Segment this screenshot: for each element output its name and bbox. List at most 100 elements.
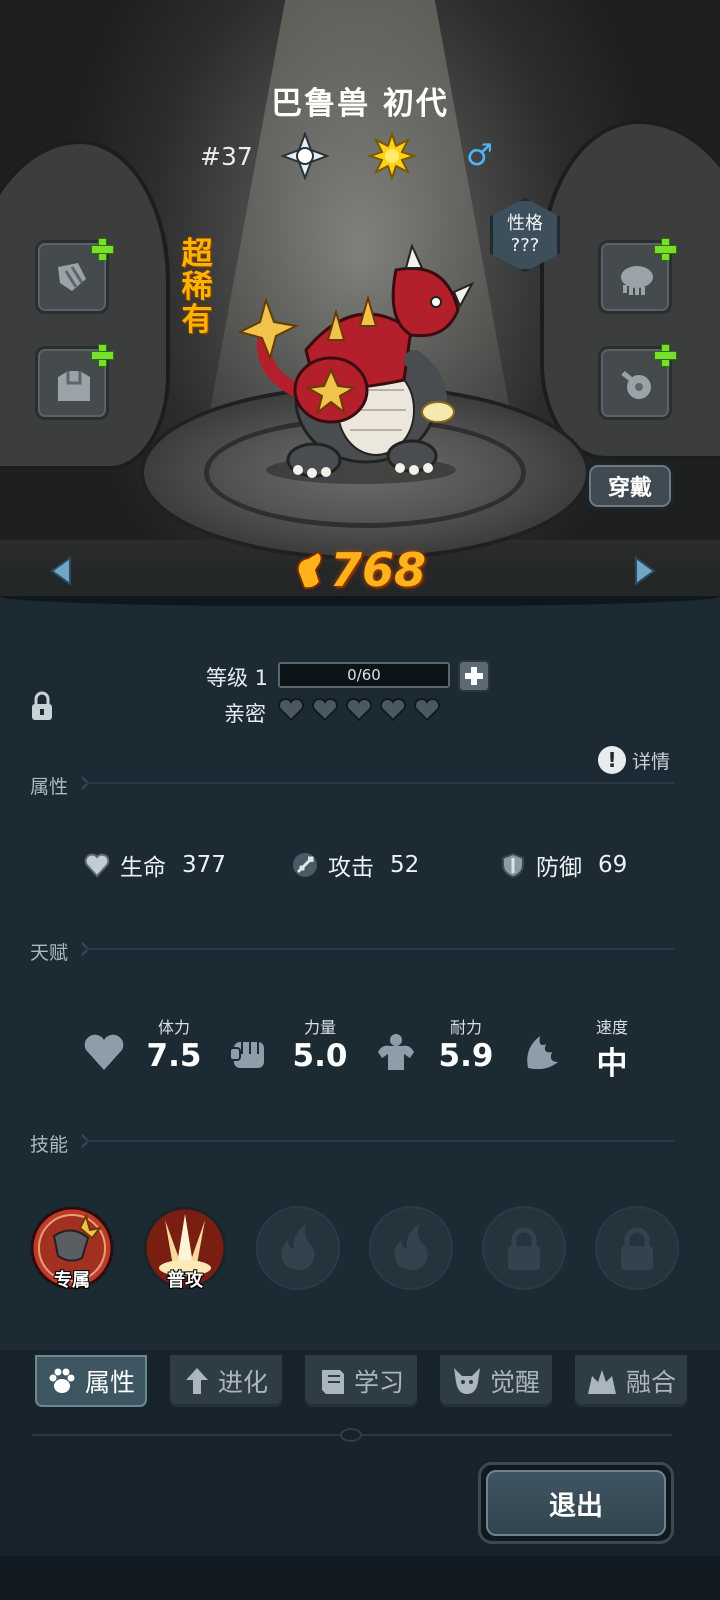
intimacy-hearts: [277, 698, 441, 722]
equip-slot-claw[interactable]: [35, 237, 114, 314]
divider-ornament: [340, 1428, 362, 1442]
skill-slot-empty[interactable]: [369, 1206, 453, 1290]
dex-number: #37: [200, 142, 253, 171]
tab-label: 学习: [353, 1368, 404, 1397]
shield-icon: [502, 852, 524, 878]
add-equipment-icon: [90, 343, 114, 367]
sword-icon: [293, 853, 317, 877]
skills-section-title: 技能: [30, 1134, 69, 1156]
pet-sprite[interactable]: [236, 240, 486, 490]
power-fist-icon: [296, 550, 323, 590]
exit-button-label: 退出: [486, 1470, 666, 1536]
detail-label: 详情: [632, 750, 671, 773]
talent-value: 中: [596, 1046, 628, 1082]
gender-male-icon: ♂: [466, 138, 493, 173]
experience-text: 0/60: [347, 666, 381, 684]
skill-slot-locked[interactable]: [595, 1206, 679, 1290]
stat-defense: 防御 69: [500, 848, 627, 882]
next-pet-arrow-icon[interactable]: [634, 556, 656, 586]
previous-pet-arrow-icon[interactable]: [50, 556, 72, 586]
intimacy-heart-icon: [311, 698, 339, 722]
flame-icon: [394, 1224, 428, 1270]
armor-icon: [58, 371, 90, 401]
tab-evolve[interactable]: 进化: [167, 1352, 285, 1410]
level-label: 等级 1: [206, 666, 269, 690]
demon-icon: [453, 1368, 480, 1394]
stat-attack: 攻击 52: [292, 848, 419, 882]
crosshair-type-icon: [281, 132, 329, 180]
stat-label: 生命: [120, 855, 166, 881]
personality-label: 性格: [507, 213, 543, 234]
talent-value: 7.5: [146, 1038, 202, 1074]
tab-attributes[interactable]: 属性: [32, 1352, 150, 1410]
muscle-icon: [378, 1034, 414, 1070]
section-divider: [86, 948, 674, 950]
sun-type-icon: [368, 132, 416, 180]
rarity-label: 超稀有: [181, 236, 213, 338]
stat-label: 防御: [536, 855, 582, 881]
tab-label: 融合: [625, 1368, 676, 1397]
talent-label: 体力: [157, 1018, 190, 1037]
stat-value: 377: [182, 852, 226, 878]
tab-label: 觉醒: [489, 1368, 540, 1397]
accessory-icon: [621, 371, 651, 399]
equip-slot-gloves[interactable]: [598, 237, 677, 314]
experience-bar: 0/60: [278, 662, 450, 688]
fusion-icon: [587, 1370, 616, 1394]
personality-value: ???: [510, 235, 540, 256]
flame-icon: [281, 1224, 315, 1270]
tab-fusion[interactable]: 融合: [572, 1352, 690, 1410]
intimacy-label: 亲密: [224, 702, 266, 726]
tab-awaken[interactable]: 觉醒: [437, 1352, 555, 1410]
skill-label: 专属: [54, 1270, 90, 1291]
detail-link[interactable]: ! 详情: [598, 746, 670, 774]
claw-icon: [58, 263, 86, 291]
combat-power-value: 768: [330, 543, 427, 597]
intimacy-heart-icon: [379, 698, 407, 722]
wing-icon: [527, 1036, 558, 1070]
intimacy-heart-icon: [345, 698, 373, 722]
level-up-button[interactable]: [458, 660, 490, 692]
equip-slot-accessory[interactable]: [598, 343, 677, 420]
heart-icon: [84, 1034, 124, 1070]
section-divider: [86, 1140, 674, 1142]
pet-name: 巴鲁兽 初代: [271, 86, 449, 122]
combat-power: 768: [290, 540, 426, 600]
equip-slot-armor[interactable]: [35, 343, 114, 420]
stat-value: 69: [598, 852, 628, 878]
talent-label: 力量: [303, 1018, 336, 1037]
talent-value: 5.0: [292, 1038, 348, 1074]
skill-basic-attack[interactable]: 普攻: [143, 1206, 227, 1291]
talent-label: 耐力: [449, 1018, 482, 1037]
intimacy-heart-icon: [277, 698, 305, 722]
padlock-icon[interactable]: [30, 690, 54, 722]
tab-learn[interactable]: 学习: [302, 1352, 420, 1410]
talent-label: 速度: [595, 1018, 628, 1037]
talent-value: 5.9: [438, 1038, 494, 1074]
paw-icon: [49, 1368, 75, 1393]
skill-slot-empty[interactable]: [256, 1206, 340, 1290]
add-equipment-icon: [90, 237, 114, 261]
skill-exclusive[interactable]: 专属: [30, 1206, 114, 1291]
intimacy-heart-icon: [413, 698, 441, 722]
evolve-arrow-icon: [185, 1368, 208, 1394]
bottom-strip: [0, 1556, 720, 1600]
lock-icon: [508, 1227, 540, 1270]
add-equipment-icon: [653, 237, 677, 261]
info-icon: !: [598, 746, 626, 774]
skill-slot-locked[interactable]: [482, 1206, 566, 1290]
attributes-section-title: 属性: [30, 776, 69, 798]
gloves-icon: [621, 266, 653, 295]
tab-label: 进化: [217, 1368, 268, 1397]
book-icon: [321, 1370, 344, 1394]
section-divider: [86, 782, 674, 784]
stat-value: 52: [390, 852, 420, 878]
lock-icon: [621, 1227, 653, 1270]
wear-button[interactable]: 穿戴: [586, 462, 674, 510]
fist-icon: [229, 1042, 264, 1068]
stat-label: 攻击: [328, 855, 374, 881]
exit-button[interactable]: 退出: [478, 1462, 674, 1544]
skill-label: 普攻: [167, 1270, 203, 1291]
add-equipment-icon: [653, 343, 677, 367]
talents-section-title: 天赋: [30, 942, 69, 964]
